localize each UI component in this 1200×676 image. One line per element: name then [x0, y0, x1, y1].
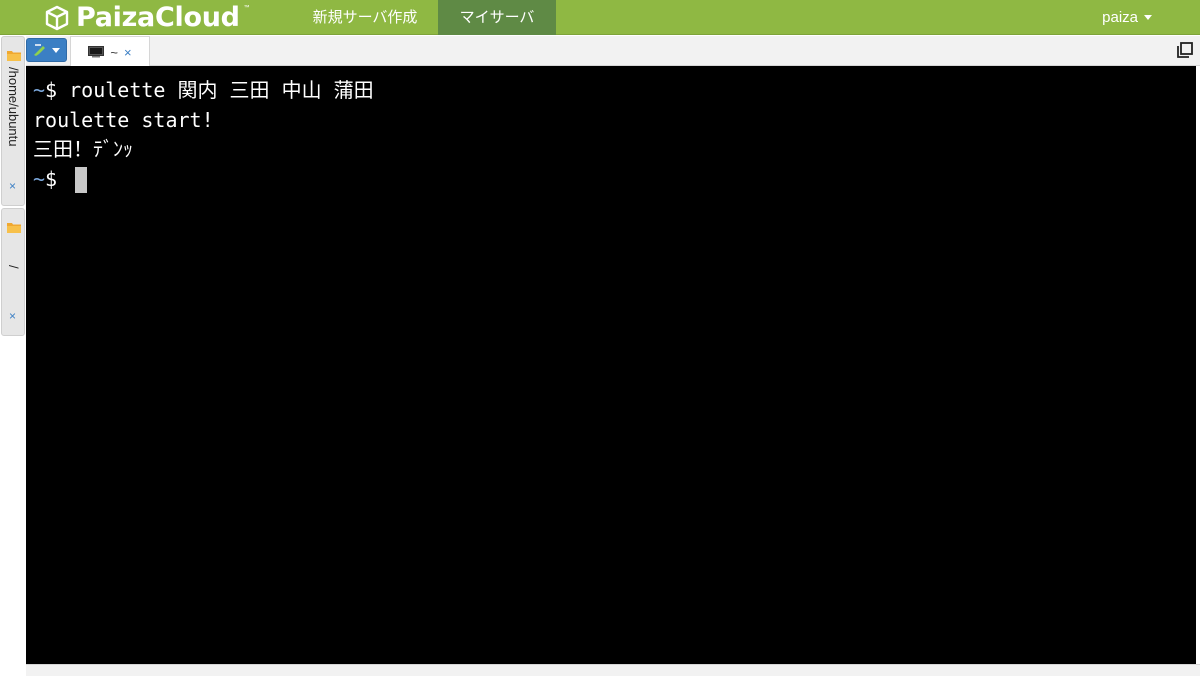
terminal-icon — [88, 46, 105, 58]
nav-new-server[interactable]: 新規サーバ作成 — [292, 0, 438, 35]
brand-logo[interactable]: PaizaCloud ™ — [44, 0, 250, 35]
terminal-line: roulette start! — [33, 106, 1196, 136]
user-menu[interactable]: paiza — [1102, 0, 1152, 35]
sidebar-item-label: / — [6, 265, 21, 269]
prompt-tilde: ~ — [33, 166, 46, 191]
terminal-line: 三田！ﾃﾞﾝｯ — [33, 135, 1196, 165]
terminal-screen[interactable]: ~$ roulette 関内 三田 中山 蒲田 roulette start! … — [26, 66, 1196, 664]
user-name: paiza — [1102, 9, 1138, 26]
close-icon[interactable]: × — [124, 45, 132, 60]
bottom-strip — [26, 664, 1200, 676]
tab-label: ~ — [110, 44, 118, 60]
prompt-symbol: $ — [45, 166, 70, 191]
cube-logo-icon — [45, 5, 69, 30]
folder-icon — [7, 51, 21, 61]
prompt-symbol: $ — [45, 78, 70, 102]
close-icon[interactable]: × — [9, 309, 16, 323]
folder-icon — [7, 223, 21, 233]
maximize-icon[interactable] — [1176, 41, 1194, 59]
terminal-cursor — [75, 167, 88, 193]
terminal-line: ~$ — [33, 165, 1196, 195]
brand-name: PaizaCloud — [76, 2, 240, 33]
output-text: roulette start! — [33, 107, 214, 132]
new-file-button[interactable] — [26, 38, 67, 62]
file-sidebar: /home/ubuntu × / × — [0, 36, 26, 676]
tab-bar: ~ × — [26, 36, 1200, 67]
new-file-icon — [34, 44, 45, 56]
chevron-down-icon — [1144, 15, 1152, 20]
sidebar-item-label: /home/ubuntu — [6, 67, 21, 147]
prompt-tilde: ~ — [33, 78, 46, 102]
sidebar-item-home-ubuntu[interactable]: /home/ubuntu × — [1, 36, 25, 206]
chevron-down-icon — [52, 47, 60, 53]
terminal-line: ~$ roulette 関内 三田 中山 蒲田 — [33, 76, 1196, 106]
top-navbar: PaizaCloud ™ 新規サーバ作成 マイサーバ paiza — [0, 0, 1200, 35]
nav-my-server[interactable]: マイサーバ — [438, 0, 556, 35]
close-icon[interactable]: × — [9, 179, 16, 193]
command-text: roulette 関内 三田 中山 蒲田 — [69, 78, 374, 102]
tab-terminal-home[interactable]: ~ × — [70, 36, 150, 67]
brand-trademark: ™ — [243, 4, 250, 11]
output-text: 三田！ﾃﾞﾝｯ — [33, 137, 133, 161]
sidebar-item-root[interactable]: / × — [1, 208, 25, 336]
